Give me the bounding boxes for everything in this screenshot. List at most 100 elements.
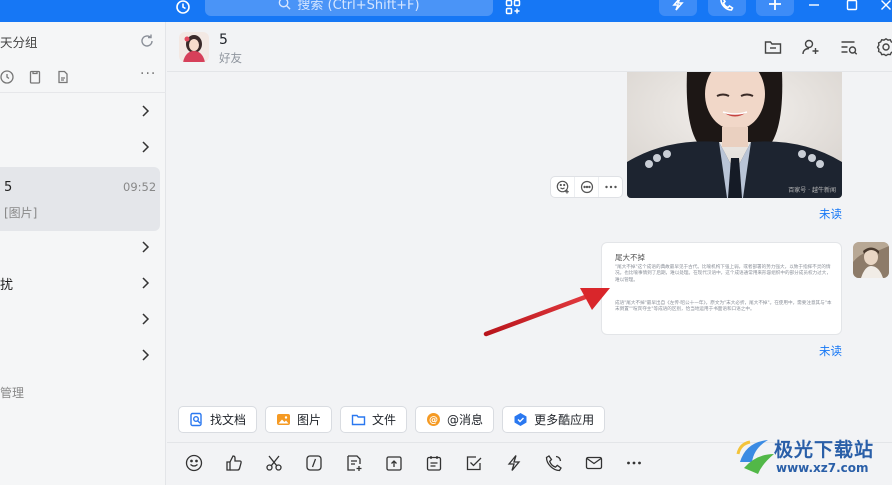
phone-icon [720, 0, 734, 11]
emoji-reaction-button[interactable] [551, 177, 575, 197]
document-icon[interactable] [56, 70, 70, 84]
lightning-icon [672, 0, 684, 11]
active-conversation[interactable]: 5 09:52 [图片] [0, 167, 160, 231]
contact-avatar[interactable] [179, 32, 209, 62]
sidebar-row[interactable] [0, 96, 166, 126]
find-doc-icon [190, 412, 202, 427]
more-actions-button[interactable] [599, 177, 622, 197]
plus-icon [769, 0, 781, 10]
mail-icon[interactable] [583, 453, 604, 474]
file-button[interactable]: 文件 [340, 406, 408, 433]
clipboard-icon[interactable] [28, 70, 42, 84]
chevron-right-icon [142, 349, 150, 361]
more-apps-button[interactable]: 更多酷应用 [502, 406, 606, 433]
find-doc-button[interactable]: 找文档 [178, 406, 258, 433]
calendar-icon[interactable] [423, 453, 444, 474]
maximize-icon[interactable] [840, 0, 864, 16]
folder-icon [351, 414, 366, 426]
find-doc-label: 找文档 [210, 413, 247, 427]
sidebar-row[interactable] [0, 304, 166, 334]
search-history-icon[interactable] [839, 37, 859, 57]
search-placeholder: 搜索 (Ctrl+Shift+F) [297, 0, 420, 13]
phone-icon[interactable] [543, 453, 564, 474]
unread-status[interactable]: 未读 [819, 206, 842, 222]
divider [0, 92, 166, 93]
quick-actions-bar: 找文档 图片 文件 @ @消息 更多酷应用 [178, 406, 606, 434]
site-watermark: 极光下载站 www.xz7.com [736, 432, 892, 485]
sidebar-row[interactable] [0, 232, 166, 262]
lightning-button[interactable] [659, 0, 697, 16]
reply-button[interactable] [575, 177, 599, 197]
file-label: 文件 [372, 413, 397, 427]
doc-title: 尾大不掉 [615, 253, 645, 262]
more-icon[interactable] [623, 453, 644, 474]
sidebar-row[interactable]: 扰 [0, 268, 166, 298]
cool-apps-icon [514, 413, 527, 426]
message-actions [550, 176, 623, 198]
sidebar-tools [0, 68, 70, 86]
image-icon [277, 414, 291, 425]
chevron-right-icon [142, 277, 150, 289]
upload-icon[interactable] [383, 453, 404, 474]
add-button[interactable] [756, 0, 794, 16]
doc-paragraph: 成语"尾大不掉"最早出自《左传·昭公十一年》，原文为"末大必折，尾大不掉"。在使… [615, 301, 832, 313]
watermark-logo-icon [736, 440, 774, 474]
group-label[interactable]: 天分组 [0, 32, 38, 51]
conversation-sidebar: 天分组 ··· 5 09:52 [图片] 扰 管理 [0, 22, 166, 485]
search-input[interactable]: 搜索 (Ctrl+Shift+F) [205, 0, 493, 16]
more-icon[interactable]: ··· [140, 66, 156, 82]
search-icon [279, 0, 291, 10]
more-icon [604, 185, 617, 189]
screenshot-icon[interactable] [263, 453, 284, 474]
refresh-icon[interactable] [139, 33, 155, 49]
unread-status[interactable]: 未读 [819, 343, 842, 359]
watermark-url: www.xz7.com [776, 461, 869, 475]
add-member-icon[interactable] [801, 37, 821, 57]
image-button[interactable]: 图片 [265, 406, 333, 433]
call-button[interactable] [708, 0, 746, 16]
self-avatar[interactable] [853, 242, 889, 278]
more-apps-label: 更多酷应用 [534, 413, 595, 427]
task-icon[interactable] [463, 453, 484, 474]
svg-text:@: @ [429, 416, 438, 426]
minimize-icon[interactable] [802, 0, 826, 16]
manage-link[interactable]: 管理 [0, 384, 24, 401]
chevron-right-icon [142, 141, 150, 153]
mention-label: @消息 [447, 413, 484, 427]
settings-icon[interactable] [876, 37, 892, 57]
watermark-title: 极光下载站 [774, 439, 875, 461]
photo-caption: 百家号 · 越牛新闻 [788, 187, 836, 194]
chevron-right-icon [142, 241, 150, 253]
contact-relation: 好友 [219, 51, 242, 65]
input-toolbar [183, 452, 644, 474]
conversation-name: 5 [4, 180, 13, 195]
title-bar: 搜索 (Ctrl+Shift+F) [0, 0, 892, 22]
thumbs-up-icon[interactable] [223, 453, 244, 474]
lightning-icon[interactable] [503, 453, 524, 474]
conversation-time: 09:52 [123, 180, 157, 194]
contact-name: 5 [219, 32, 228, 48]
sidebar-row[interactable] [0, 340, 166, 370]
chat-header: 5 好友 [167, 22, 892, 72]
command-icon[interactable] [303, 453, 324, 474]
folder-icon[interactable] [763, 37, 783, 57]
annotation-arrow [483, 288, 610, 337]
image-message[interactable]: 百家号 · 越牛新闻 [627, 72, 842, 198]
close-icon[interactable] [874, 0, 892, 16]
emoji-add-icon [556, 180, 569, 194]
sidebar-row-label: 扰 [0, 277, 14, 293]
chevron-right-icon [142, 313, 150, 325]
doc-paragraph: "尾大不掉"这个成语的典故最早见于古代。比喻机构下强上弱，或者部署的势力强大，以… [615, 265, 831, 283]
history-icon[interactable] [172, 0, 194, 18]
image-label: 图片 [297, 413, 322, 427]
emoji-icon[interactable] [183, 453, 204, 474]
mention-message-button[interactable]: @ @消息 [415, 406, 495, 433]
sidebar-row[interactable] [0, 132, 166, 162]
comment-icon [580, 180, 593, 194]
new-doc-icon[interactable] [343, 453, 364, 474]
chevron-right-icon [142, 105, 150, 117]
conversation-preview: [图片] [4, 206, 38, 220]
apps-icon[interactable] [502, 0, 524, 18]
document-card-message[interactable]: 尾大不掉 "尾大不掉"这个成语的典故最早见于古代。比喻机构下强上弱，或者部署的势… [601, 242, 842, 335]
clock-icon[interactable] [0, 70, 14, 84]
